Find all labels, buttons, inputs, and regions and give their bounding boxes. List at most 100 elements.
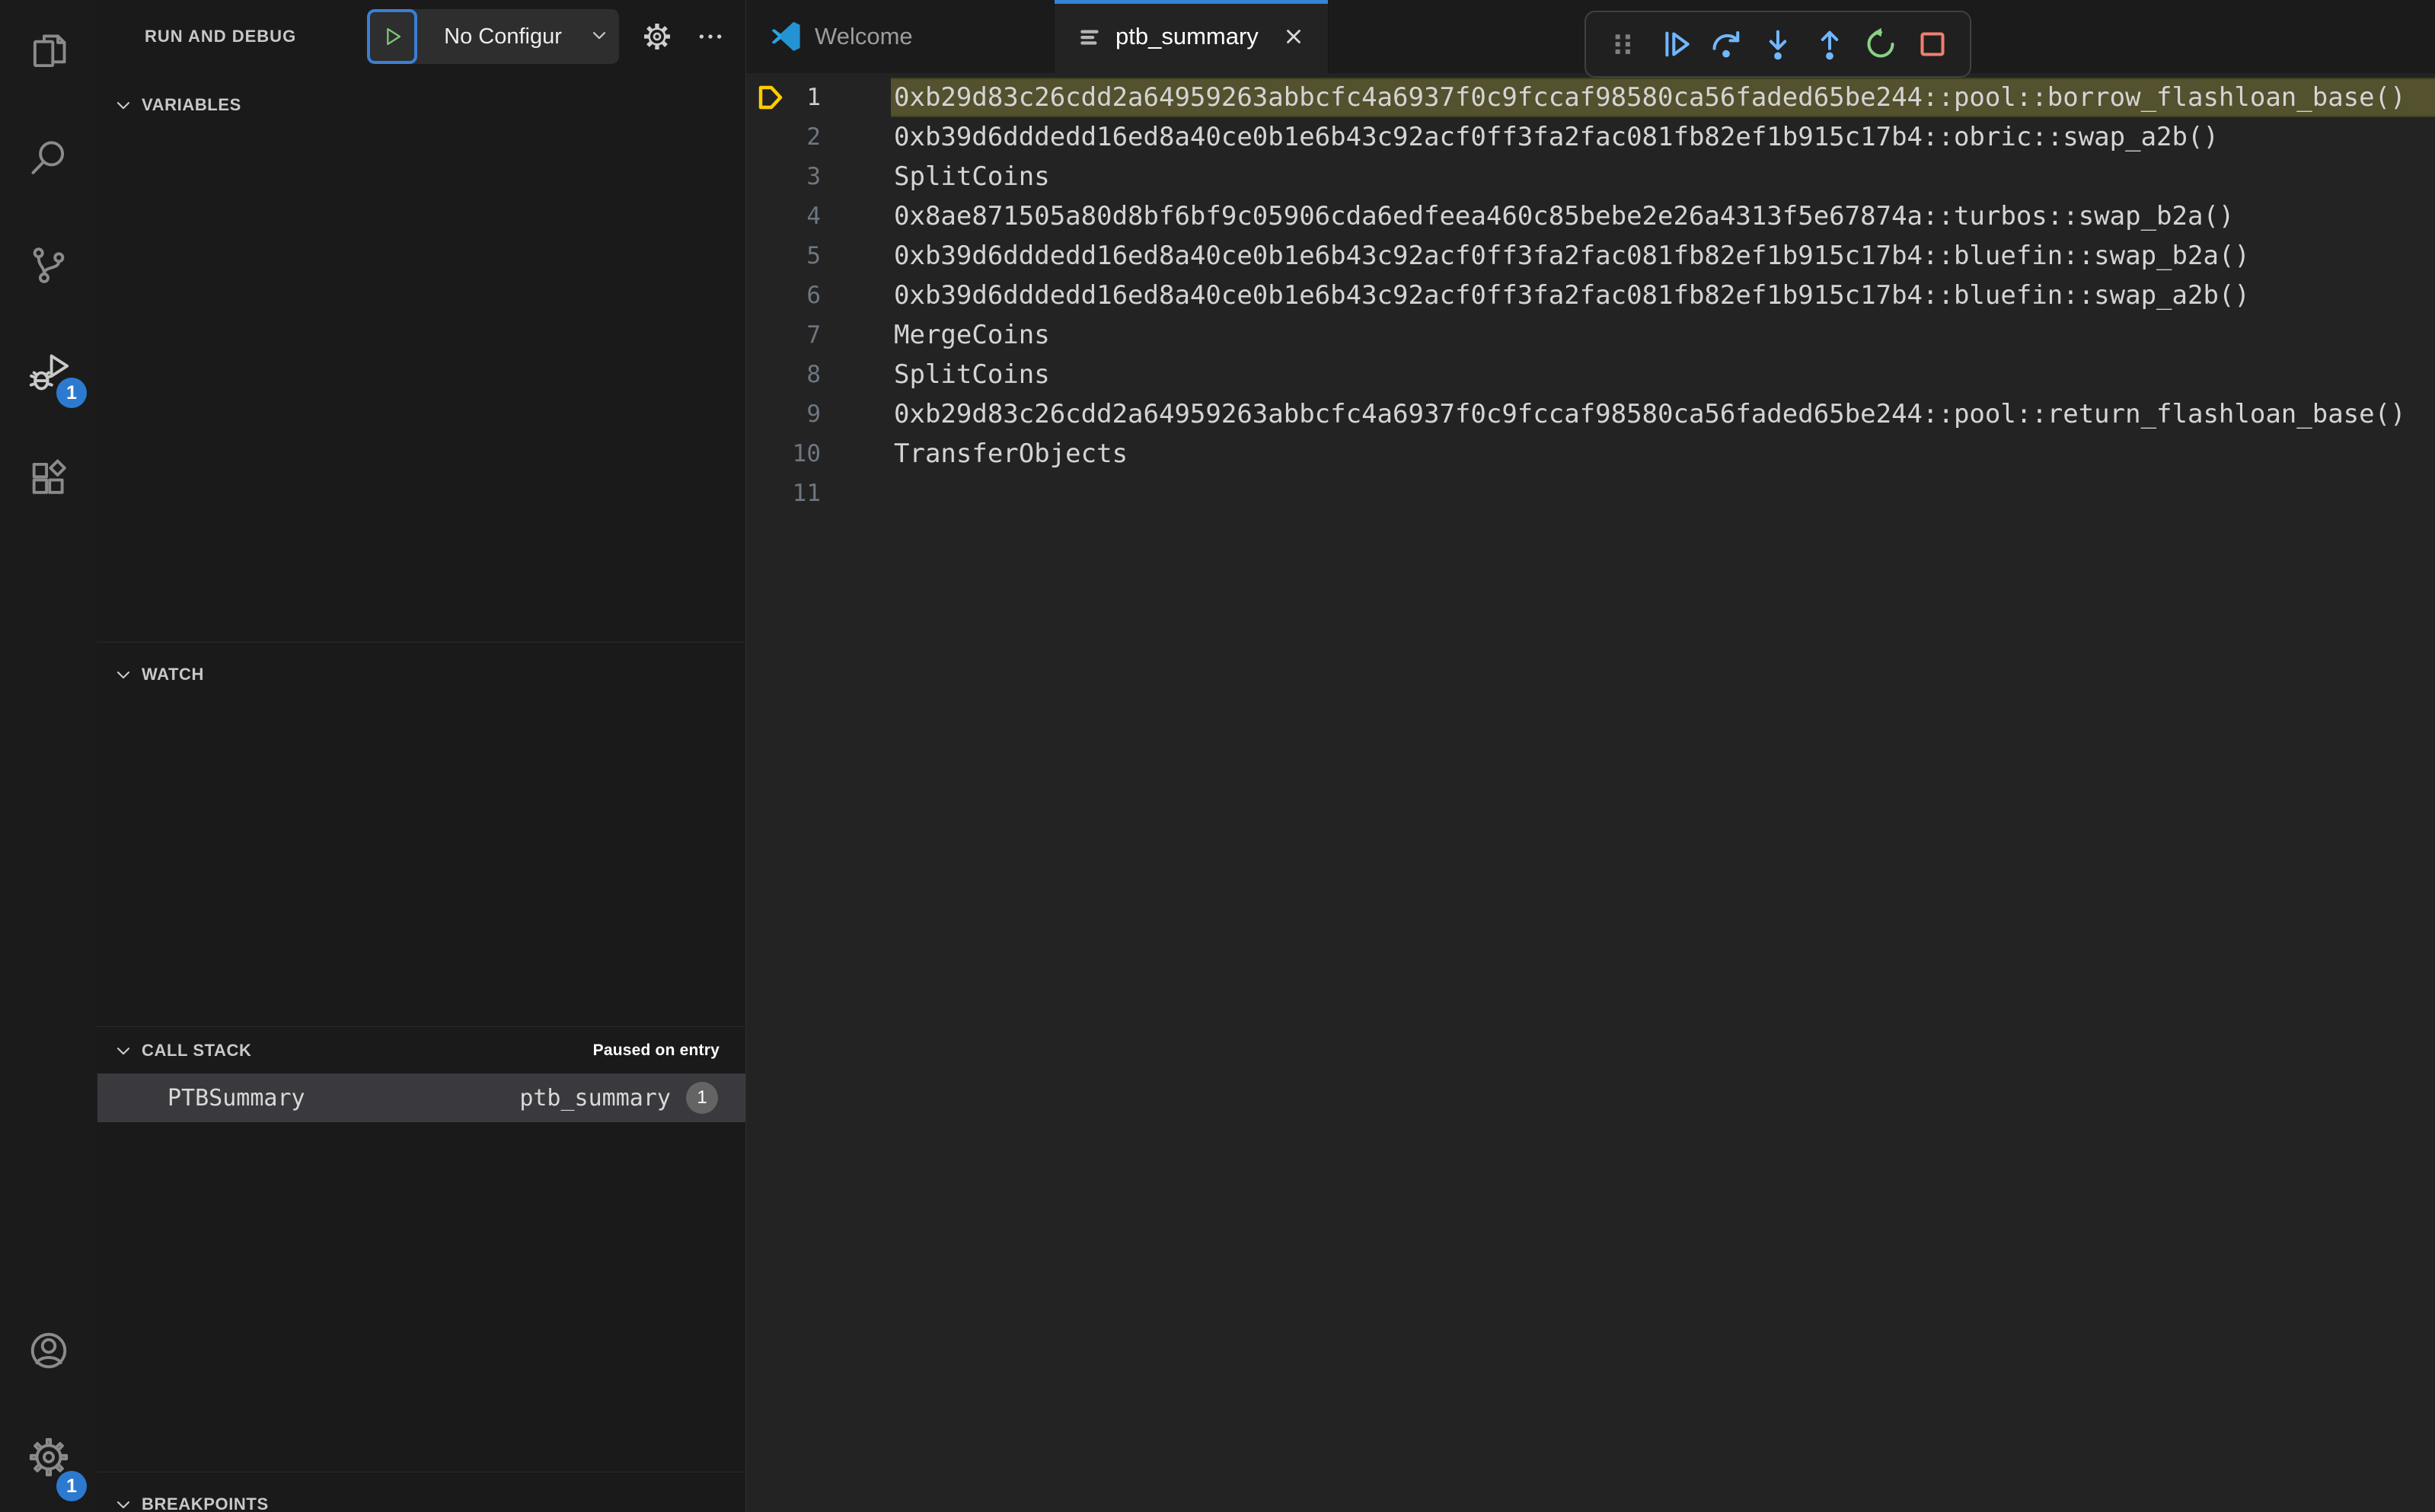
code-lines[interactable]: 1 0xb29d83c26cdd2a64959263abbcfc4a6937f0c…	[746, 73, 2435, 1512]
debug-launch-dropdown[interactable]: No Configur	[367, 9, 619, 64]
search-icon	[27, 136, 71, 184]
line-gutter[interactable]: 9	[746, 394, 891, 434]
chevron-down-icon	[113, 94, 134, 116]
sidebar-title: RUN AND DEBUG	[145, 27, 297, 46]
code-text[interactable]: SplitCoins	[891, 355, 2435, 394]
section-breakpoints[interactable]: BREAKPOINTS	[97, 1472, 745, 1512]
code-line: 4 0x8ae871505a80d8bf6bf9c05906cda6edfeea4…	[746, 196, 2435, 236]
frame-name: PTBSummary	[168, 1084, 305, 1112]
line-gutter[interactable]: 3	[746, 157, 891, 196]
sidebar-item-extensions[interactable]	[0, 426, 97, 533]
code-text[interactable]: 0xb29d83c26cdd2a64959263abbcfc4a6937f0c9…	[891, 78, 2435, 117]
sidebar-item-explorer[interactable]	[0, 0, 97, 107]
debug-current-line-icon	[757, 321, 784, 349]
extensions-icon	[27, 456, 71, 504]
chevron-down-icon	[113, 664, 134, 685]
code-text[interactable]: 0xb39d6dddedd16ed8a40ce0b1e6b43c92acf0ff…	[891, 117, 2435, 157]
close-icon[interactable]	[1282, 25, 1305, 48]
debug-settings-gear-button[interactable]	[642, 21, 672, 52]
section-variables[interactable]: VARIABLES	[97, 73, 745, 137]
debug-current-line-icon	[757, 242, 784, 270]
watch-header-label: WATCH	[142, 664, 205, 684]
debug-current-line-icon	[757, 163, 784, 190]
activity-bar: 1 1	[0, 0, 97, 1512]
section-call-stack[interactable]: CALL STACK Paused on entry	[97, 1026, 745, 1073]
line-number: 4	[806, 203, 821, 230]
code-text[interactable]: SplitCoins	[891, 157, 2435, 196]
debug-current-line-icon	[757, 480, 784, 507]
code-line: 5 0xb39d6dddedd16ed8a40ce0b1e6b43c92acf0f…	[746, 236, 2435, 276]
code-line: 1 0xb29d83c26cdd2a64959263abbcfc4a6937f0c…	[746, 78, 2435, 117]
debug-count-badge: 1	[56, 378, 87, 408]
paused-status-label: Paused on entry	[592, 1041, 720, 1059]
tab-ptb-summary[interactable]: ptb_summary	[1055, 0, 1329, 73]
line-gutter[interactable]: 10	[746, 434, 891, 474]
step-over-icon[interactable]	[1706, 24, 1747, 65]
line-gutter[interactable]: 8	[746, 355, 891, 394]
code-line: 8 SplitCoins	[746, 355, 2435, 394]
chevron-down-icon	[589, 24, 610, 49]
restart-icon[interactable]	[1860, 24, 1901, 65]
code-line: 2 0xb39d6dddedd16ed8a40ce0b1e6b43c92acf0f…	[746, 117, 2435, 157]
debug-current-line-icon	[757, 282, 784, 309]
section-watch[interactable]: WATCH	[97, 642, 745, 706]
line-gutter[interactable]: 6	[746, 276, 891, 315]
continue-icon[interactable]	[1655, 24, 1696, 65]
code-line: 10 TransferObjects	[746, 434, 2435, 474]
sidebar-item-settings[interactable]: 1	[0, 1405, 97, 1512]
code-text[interactable]: 0x8ae871505a80d8bf6bf9c05906cda6edfeea46…	[891, 196, 2435, 236]
line-gutter[interactable]: 4	[746, 196, 891, 236]
line-number: 11	[792, 480, 821, 507]
code-text[interactable]	[891, 474, 2435, 513]
line-gutter[interactable]: 5	[746, 236, 891, 276]
code-text[interactable]: 0xb39d6dddedd16ed8a40ce0b1e6b43c92acf0ff…	[891, 236, 2435, 276]
step-out-icon[interactable]	[1809, 24, 1850, 65]
line-gutter[interactable]: 2	[746, 117, 891, 157]
call-stack-header-label: CALL STACK	[142, 1040, 252, 1060]
launch-config-label: No Configur	[444, 24, 562, 49]
code-line: 6 0xb39d6dddedd16ed8a40ce0b1e6b43c92acf0f…	[746, 276, 2435, 315]
line-number: 6	[806, 282, 821, 309]
tab-welcome[interactable]: Welcome	[746, 0, 1055, 73]
code-line: 11	[746, 474, 2435, 513]
toolbar-drag-handle[interactable]	[1603, 24, 1644, 65]
frame-count-badge: 1	[686, 1082, 718, 1114]
stop-icon[interactable]	[1912, 24, 1953, 65]
vscode-logo-icon	[769, 20, 803, 53]
code-text[interactable]: 0xb39d6dddedd16ed8a40ce0b1e6b43c92acf0ff…	[891, 276, 2435, 315]
debug-current-line-icon	[757, 361, 784, 388]
sidebar-item-account[interactable]	[0, 1299, 97, 1405]
file-list-icon	[1077, 24, 1103, 49]
start-debug-button[interactable]	[367, 9, 417, 64]
code-line: 9 0xb29d83c26cdd2a64959263abbcfc4a6937f0c…	[746, 394, 2435, 434]
code-text[interactable]: MergeCoins	[891, 315, 2435, 355]
sidebar-item-source-control[interactable]	[0, 213, 97, 320]
more-actions-button[interactable]	[695, 21, 726, 52]
files-icon	[27, 30, 71, 78]
debug-current-line-icon	[757, 84, 784, 111]
debug-current-line-icon	[757, 203, 784, 230]
code-line: 3 SplitCoins	[746, 157, 2435, 196]
line-gutter[interactable]: 7	[746, 315, 891, 355]
chevron-down-icon	[113, 1494, 134, 1512]
sidebar-item-run-and-debug[interactable]: 1	[0, 320, 97, 426]
debug-toolbar	[1585, 11, 1971, 78]
code-line: 7 MergeCoins	[746, 315, 2435, 355]
tab-label: ptb_summary	[1115, 23, 1259, 49]
line-gutter[interactable]: 1	[746, 78, 891, 117]
line-number: 3	[806, 163, 821, 190]
variables-header-label: VARIABLES	[142, 95, 241, 114]
line-gutter[interactable]: 11	[746, 474, 891, 513]
code-text[interactable]: TransferObjects	[891, 434, 2435, 474]
code-text[interactable]: 0xb29d83c26cdd2a64959263abbcfc4a6937f0c9…	[891, 394, 2435, 434]
tab-label: Welcome	[815, 23, 913, 49]
activity-bar-top: 1	[0, 0, 97, 533]
run-and-debug-panel: RUN AND DEBUG No Configur VARIABLES WATC…	[97, 0, 746, 1512]
line-number: 5	[806, 242, 821, 270]
editor-group: Welcome ptb_summary 1 0xb29d83c26cdd2a649…	[746, 0, 2435, 1512]
step-into-icon[interactable]	[1757, 24, 1798, 65]
sidebar-item-search[interactable]	[0, 107, 97, 213]
frame-source: ptb_summary	[519, 1084, 671, 1112]
call-stack-frame-row[interactable]: PTBSummary ptb_summary 1	[97, 1073, 745, 1122]
line-number: 1	[806, 84, 821, 111]
